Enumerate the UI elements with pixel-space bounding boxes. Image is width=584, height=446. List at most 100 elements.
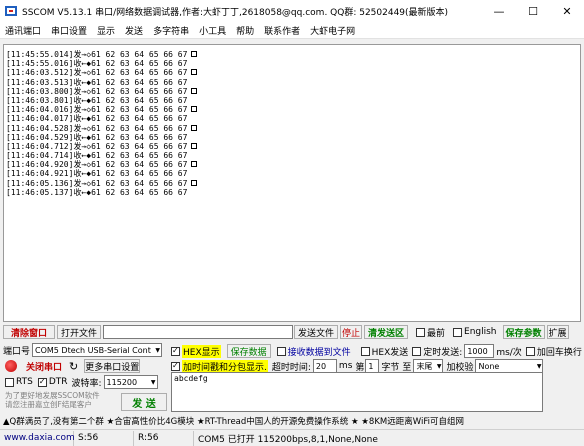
- receive-direction: 收←◆: [73, 132, 92, 142]
- promo-text[interactable]: 为了更好地发展SSCOM软件 请您注册嘉立创F结尾客户: [5, 391, 117, 409]
- clear-send-button[interactable]: 清发送区: [364, 325, 408, 339]
- hex-display-check[interactable]: [171, 346, 180, 356]
- menu-serial-settings[interactable]: 串口设置: [46, 24, 92, 37]
- menu-send[interactable]: 发送: [120, 24, 148, 37]
- to-select[interactable]: 末尾 ▼: [413, 359, 444, 373]
- receive-line: [11:46:04.921] 收←◆ 61 62 63 64 65 66 67: [6, 169, 197, 178]
- send-button[interactable]: 发 送: [121, 393, 167, 411]
- refresh-icon[interactable]: ↻: [69, 360, 78, 373]
- timed-send-check[interactable]: [412, 346, 422, 356]
- receive-timestamp: [11:46:04.528]: [6, 123, 74, 133]
- dtr-check[interactable]: [37, 377, 47, 387]
- app-icon: [4, 4, 18, 18]
- save-params-button[interactable]: 保存参数: [502, 325, 545, 339]
- received-count: R:56: [134, 430, 194, 446]
- open-file-button[interactable]: 打开文件: [57, 325, 101, 339]
- dtr-checkbox[interactable]: DTR: [37, 377, 68, 387]
- timed-send-checkbox[interactable]: 定时发送:: [412, 345, 462, 358]
- stop-button[interactable]: 停止: [340, 325, 362, 339]
- news-ticker[interactable]: ▲Q群满员了,没有第二个群 ★合宙高性价比4G模块 ★RT-Thread中国人的…: [0, 414, 584, 428]
- save-data-button[interactable]: 保存数据: [226, 344, 271, 358]
- receive-direction: 收←◆: [73, 95, 92, 105]
- menu-display[interactable]: 显示: [92, 24, 120, 37]
- menu-help[interactable]: 帮助: [231, 24, 259, 37]
- english-checkbox[interactable]: English: [453, 327, 497, 337]
- receive-hex: 61 62 63 64 65 66 67: [91, 95, 188, 105]
- receive-direction: 发→◇: [73, 86, 92, 96]
- byte-unit-label: 字节: [381, 362, 400, 373]
- close-button[interactable]: ✕: [550, 0, 584, 22]
- receive-hex: 61 62 63 64 65 66 67: [91, 50, 188, 59]
- receive-timestamp: [11:45:55.016]: [6, 59, 74, 69]
- website-link[interactable]: www.daxia.com: [0, 430, 75, 446]
- maximize-button[interactable]: ☐: [516, 0, 550, 22]
- send-text-input[interactable]: abcdefg: [171, 372, 543, 412]
- menu-bar: 通讯端口 串口设置 显示 发送 多字符串 小工具 帮助 联系作者 大虾电子网: [0, 22, 584, 39]
- receive-hex: 61 62 63 64 65 66 67: [91, 114, 188, 124]
- receive-line: [11:46:04.017] 收←◆ 61 62 63 64 65 66 67: [6, 114, 197, 123]
- main-toolbar: 清除窗口 打开文件 发送文件 停止 清发送区 最前 English 保存参数 扩…: [3, 324, 581, 340]
- receive-line: [11:45:55.016] 收←◆ 61 62 63 64 65 66 67: [6, 59, 197, 68]
- expand-button[interactable]: 扩展: [546, 325, 569, 339]
- rts-checkbox[interactable]: RTS: [5, 377, 33, 387]
- chevron-down-icon: ▼: [155, 346, 161, 354]
- unprintable-char-box: [191, 124, 198, 131]
- receive-timestamp: [11:46:03.513]: [6, 77, 74, 87]
- receive-line: [11:46:03.801] 收←◆ 61 62 63 64 65 66 67: [6, 96, 197, 105]
- checksum-select[interactable]: None ▼: [475, 359, 544, 373]
- receive-line: [11:45:55.014] 发→◇ 61 62 63 64 65 66 67: [6, 50, 198, 59]
- timestamp-check[interactable]: [171, 361, 180, 371]
- clear-window-button[interactable]: 清除窗口: [3, 325, 55, 339]
- hex-send-checkbox[interactable]: HEX发送: [360, 345, 408, 358]
- more-settings-button[interactable]: 更多串口设置: [84, 359, 141, 373]
- receive-line: [11:46:04.920] 发→◇ 61 62 63 64 65 66 67: [6, 160, 198, 170]
- rts-check[interactable]: [5, 377, 14, 387]
- receive-timestamp: [11:46:04.920]: [6, 160, 74, 170]
- byte-start-input[interactable]: 1: [365, 359, 380, 373]
- menu-contact[interactable]: 联系作者: [259, 24, 305, 37]
- title-bar: SSCOM V5.13.1 串口/网络数据调试器,作者:大虾丁丁,2618058…: [0, 0, 584, 22]
- add-crlf-check[interactable]: [525, 346, 535, 356]
- receive-hex: 61 62 63 64 65 66 67: [91, 178, 188, 188]
- recv-to-file-checkbox[interactable]: 接收数据到文件: [276, 345, 351, 358]
- timeout-unit: ms: [338, 361, 353, 371]
- recv-to-file-label: 接收数据到文件: [287, 347, 351, 358]
- menu-website[interactable]: 大虾电子网: [305, 24, 360, 37]
- close-port-button[interactable]: 关闭串口: [21, 359, 67, 373]
- receive-hex: 61 62 63 64 65 66 67: [91, 151, 188, 161]
- hex-display-checkbox[interactable]: HEX显示: [171, 344, 221, 358]
- add-crlf-checkbox[interactable]: 加回车换行: [525, 345, 582, 358]
- receive-area[interactable]: [11:45:55.014] 发→◇ 61 62 63 64 65 66 67 [11…: [3, 44, 581, 322]
- timeout-input[interactable]: 20: [312, 359, 337, 373]
- hex-send-check[interactable]: [360, 346, 370, 356]
- receive-timestamp: [11:46:04.712]: [6, 141, 74, 151]
- receive-direction: 发→◇: [73, 141, 92, 151]
- timestamp-checkbox[interactable]: 加时间戳和分包显示.: [171, 359, 268, 373]
- receive-hex: 61 62 63 64 65 66 67: [91, 187, 188, 197]
- topmost-checkbox[interactable]: 最前: [416, 326, 445, 339]
- file-path-input[interactable]: [103, 325, 293, 339]
- unprintable-char-box: [191, 179, 198, 186]
- receive-timestamp: [11:45:55.014]: [6, 50, 74, 59]
- receive-line: [11:46:05.137] 收←◆ 61 62 63 64 65 66 67: [6, 188, 197, 197]
- english-check[interactable]: [453, 327, 463, 337]
- status-bar: www.daxia.com S:56 R:56 COM5 已打开 115200b…: [0, 429, 584, 446]
- window-title: SSCOM V5.13.1 串口/网络数据调试器,作者:大虾丁丁,2618058…: [22, 7, 449, 18]
- baud-value: 115200: [106, 377, 138, 387]
- topmost-check[interactable]: [416, 327, 425, 337]
- recv-to-file-check[interactable]: [276, 346, 286, 356]
- menu-comm-port[interactable]: 通讯端口: [0, 24, 46, 37]
- menu-tools[interactable]: 小工具: [194, 24, 231, 37]
- period-input[interactable]: 1000: [464, 344, 495, 358]
- period-unit: ms/次: [496, 347, 522, 358]
- send-file-button[interactable]: 发送文件: [294, 325, 338, 339]
- receive-line: [11:46:04.528] 发→◇ 61 62 63 64 65 66 67: [6, 123, 198, 133]
- baud-select[interactable]: 115200 ▼: [103, 375, 158, 389]
- port-select[interactable]: COM5 Dtech USB-Serial Cont ▼: [32, 343, 163, 357]
- receive-timestamp: [11:46:05.136]: [6, 178, 74, 188]
- menu-multi-string[interactable]: 多字符串: [148, 24, 194, 37]
- receive-line: [11:46:04.529] 收←◆ 61 62 63 64 65 66 67: [6, 133, 197, 142]
- minimize-button[interactable]: —: [482, 0, 516, 22]
- receive-line: [11:46:04.712] 发→◇ 61 62 63 64 65 66 67: [6, 141, 198, 151]
- receive-line: [11:46:04.714] 收←◆ 61 62 63 64 65 66 67: [6, 151, 197, 160]
